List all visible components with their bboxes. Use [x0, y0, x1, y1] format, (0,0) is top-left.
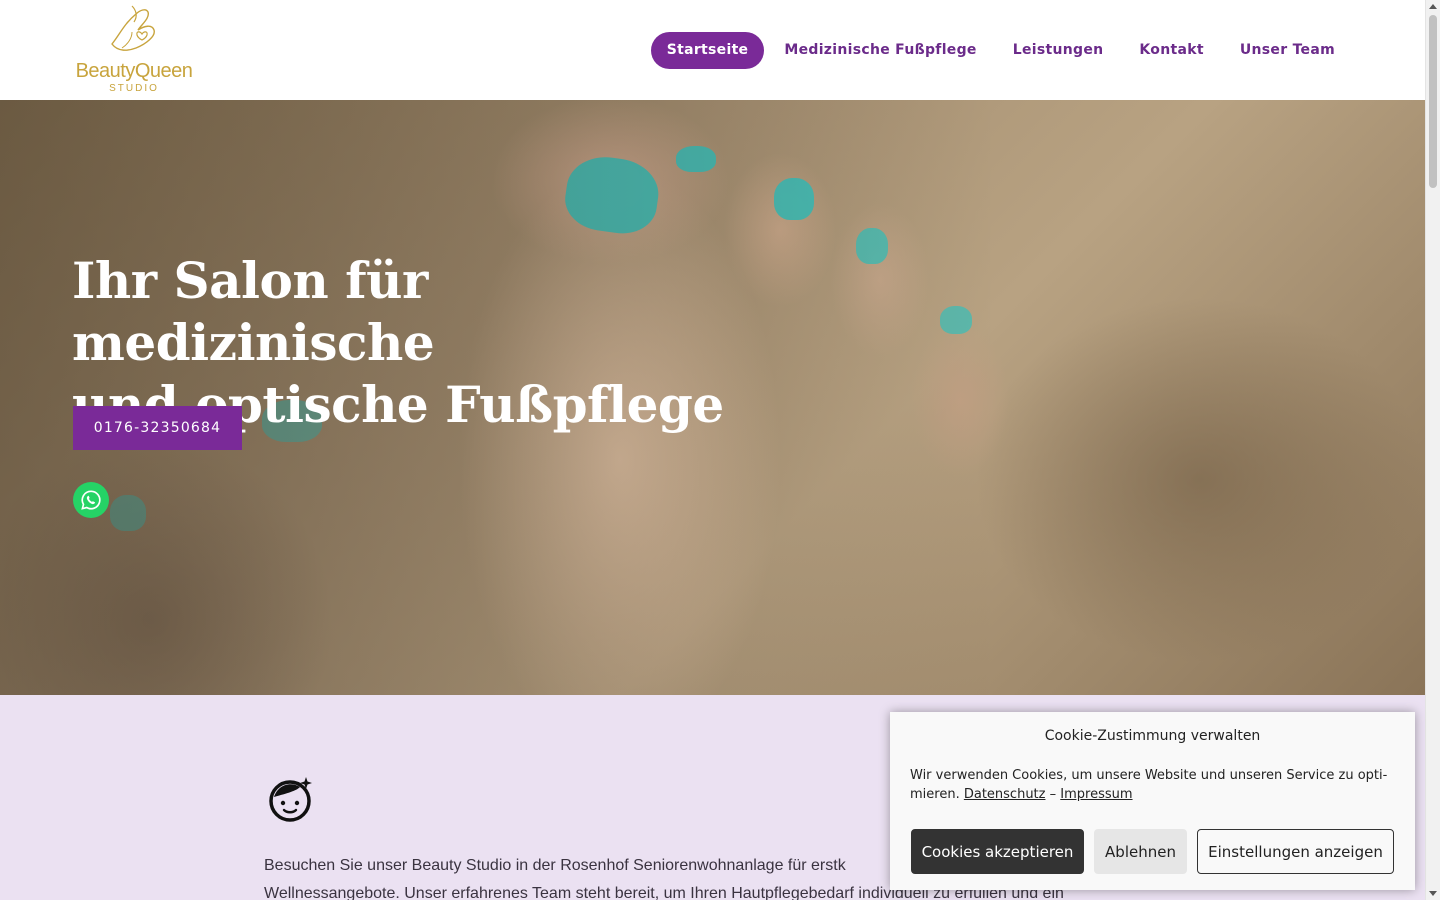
smiling-face-sparkle-icon — [269, 777, 312, 822]
accept-cookies-button[interactable]: Cookies akzeptieren — [911, 829, 1084, 874]
site-header: BeautyQueen STUDIO Startseite Medizinisc… — [0, 0, 1425, 100]
whatsapp-icon — [81, 490, 101, 510]
cookie-text-line-1: Wir verwenden Cookies, um unsere Website… — [910, 768, 1388, 783]
nav-item-kontakt[interactable]: Kontakt — [1121, 32, 1221, 69]
link-separator: – — [1049, 787, 1057, 802]
cookie-text-line-2: mieren. — [910, 787, 960, 802]
nav-item-leistungen[interactable]: Leistungen — [995, 32, 1122, 69]
nav-item-unser-team[interactable]: Unser Team — [1222, 32, 1353, 69]
cookie-settings-button[interactable]: Einstellungen anzeigen — [1197, 829, 1394, 874]
scroll-down-arrow-icon[interactable] — [1429, 891, 1437, 896]
main-nav: Startseite Medizinische Fußpflege Leistu… — [650, 32, 1353, 69]
page-scrollbar[interactable] — [1425, 0, 1440, 900]
phone-call-button[interactable]: 0176-32350684 — [73, 406, 242, 450]
logo-sub-text: STUDIO — [109, 83, 159, 94]
cookie-banner-text: Wir verwenden Cookies, um unsere Website… — [910, 766, 1400, 804]
whatsapp-button[interactable] — [73, 482, 109, 518]
cookie-consent-banner: Cookie-Zustimmung verwalten Wir verwende… — [890, 712, 1415, 890]
hero-section: Ihr Salon für medizinische und optische … — [0, 100, 1425, 695]
cookie-banner-title: Cookie-Zustimmung verwalten — [1044, 728, 1261, 744]
hero-title-line-1: Ihr Salon für medizinische — [72, 251, 435, 372]
nav-item-startseite[interactable]: Startseite — [650, 32, 765, 69]
scroll-up-arrow-icon[interactable] — [1429, 4, 1437, 9]
scrollbar-thumb[interactable] — [1429, 15, 1437, 188]
site-logo[interactable]: BeautyQueen STUDIO — [72, 4, 196, 96]
imprint-link[interactable]: Impressum — [1060, 787, 1132, 802]
intro-line-1: Besuchen Sie unser Beauty Studio in der … — [264, 857, 846, 874]
hand-feet-logo-icon — [111, 5, 155, 51]
deny-cookies-button[interactable]: Ablehnen — [1094, 829, 1187, 874]
logo-brand-text: BeautyQueen — [75, 60, 193, 82]
privacy-link[interactable]: Datenschutz — [964, 787, 1046, 802]
nav-item-medizinische-fusspflege[interactable]: Medizinische Fußpflege — [766, 32, 994, 69]
